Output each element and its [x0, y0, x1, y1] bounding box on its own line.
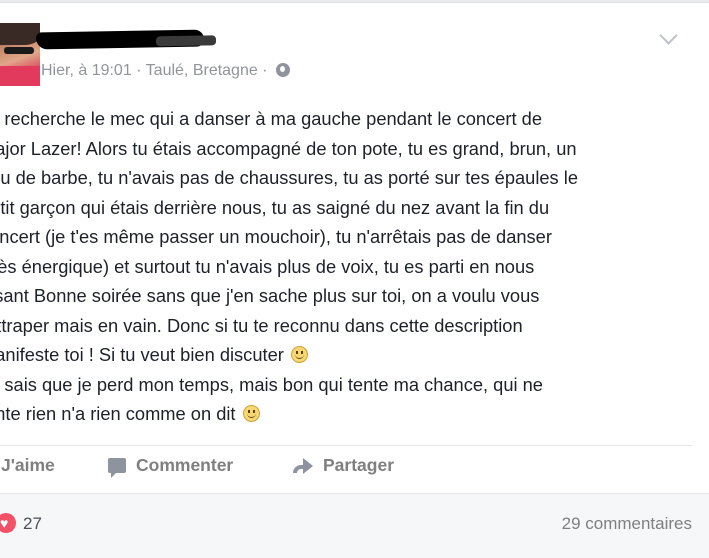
avatar-hair [0, 23, 40, 45]
share-label: Partager [323, 455, 395, 475]
comment-label: Commenter [136, 455, 234, 475]
comments-count-link[interactable]: 29 commentaires [562, 513, 692, 535]
chevron-down-icon[interactable] [659, 26, 678, 45]
post-line: petit garçon qui étais derrière nous, tu… [0, 196, 550, 218]
smiley-emoji-icon [242, 405, 260, 422]
post-line: rattraper mais en vain. Donc si tu te re… [0, 314, 523, 336]
post-meta: Hier, à 19:01 · Taulé, Bretagne · [41, 62, 290, 80]
comment-icon [108, 458, 126, 478]
like-label: J'aime [1, 455, 55, 475]
share-button[interactable]: Partager [293, 455, 394, 476]
post-line: Je recherche le mec qui a danser à ma ga… [0, 108, 542, 129]
globe-icon[interactable] [275, 63, 290, 77]
post-timestamp[interactable]: Hier, à 19:01 [41, 62, 132, 79]
actions-divider [0, 445, 692, 446]
smiley-emoji-icon [290, 346, 308, 363]
meta-separator: · [136, 62, 142, 79]
post-line: (très énergique) et surtout tu n'avais p… [0, 255, 535, 277]
post-actions-bar: J'aime Commenter Partager [0, 455, 709, 485]
post-line: Je sais que je perd mon temps, mais bon … [0, 373, 543, 395]
post-line: manifeste toi ! Si tu veut bien discuter [0, 340, 709, 370]
reaction-count[interactable]: 27 [23, 513, 42, 535]
post-line: concert (je t'es même passer un mouchoir… [0, 226, 552, 247]
post-footer: 27 29 commentaires [0, 493, 709, 558]
like-button[interactable]: J'aime [1, 455, 55, 476]
avatar-glasses [4, 47, 34, 54]
comment-button[interactable]: Commenter [108, 455, 234, 478]
post-line: disant Bonne soirée sans que j'en sache … [0, 285, 540, 306]
post-location[interactable]: Taulé, Bretagne [146, 62, 258, 79]
meta-separator-2: · [262, 62, 268, 79]
share-arrow-icon [293, 457, 313, 474]
avatar-dress [0, 66, 40, 86]
post-line: peu de barbe, tu n'avais pas de chaussur… [0, 167, 579, 188]
post-body: Je recherche le mec qui a danser à ma ga… [0, 104, 709, 429]
post-line: Major Lazer! Alors tu étais accompagné d… [0, 137, 577, 159]
author-avatar[interactable] [0, 23, 40, 86]
heart-icon[interactable] [0, 513, 16, 533]
author-name-redacted[interactable] [35, 29, 205, 50]
post-card: Hier, à 19:01 · Taulé, Bretagne · Je rec… [0, 2, 709, 558]
post-line: tente rien n'a rien comme on dit [0, 399, 709, 429]
